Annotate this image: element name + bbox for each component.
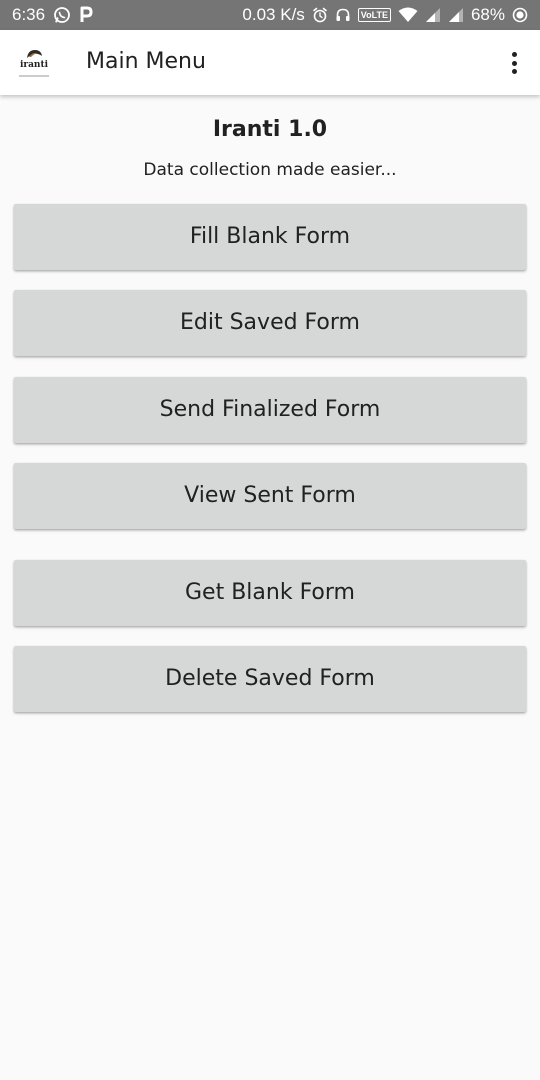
- signal-icon: [448, 7, 464, 23]
- overflow-dot: [511, 52, 517, 57]
- edit-saved-form-button[interactable]: Edit Saved Form: [14, 290, 526, 356]
- status-time: 6:36: [12, 5, 46, 24]
- alarm-icon: [312, 7, 328, 23]
- status-bar: 6:36 0.03 K/s VoLTE 68%: [0, 0, 540, 30]
- battery-saver-icon: [512, 7, 528, 23]
- overflow-dot: [511, 69, 517, 74]
- app-name-heading: Iranti 1.0: [212, 117, 328, 142]
- status-bar-right: 0.03 K/s VoLTE 68%: [242, 5, 528, 25]
- wifi-icon: [398, 7, 418, 23]
- delete-saved-form-button[interactable]: Delete Saved Form: [14, 646, 526, 712]
- view-sent-form-button[interactable]: View Sent Form: [14, 463, 526, 529]
- whatsapp-icon: [53, 6, 71, 24]
- network-speed: 0.03 K/s: [242, 5, 305, 24]
- app-tagline: Data collection made easier...: [143, 160, 397, 180]
- get-blank-form-button[interactable]: Get Blank Form: [14, 560, 526, 626]
- app-title: Main Menu: [86, 49, 206, 74]
- app-bar: iranti Main Menu: [0, 30, 540, 95]
- send-finalized-form-button[interactable]: Send Finalized Form: [14, 377, 526, 443]
- signal-icon: [425, 7, 441, 23]
- status-bar-left: 6:36: [12, 5, 93, 25]
- headphones-icon: [335, 7, 351, 23]
- overflow-dot: [511, 60, 517, 66]
- app-logo: iranti: [14, 46, 54, 80]
- volte-badge: VoLTE: [357, 8, 391, 22]
- battery-percent: 68%: [470, 5, 505, 24]
- fill-blank-form-button[interactable]: Fill Blank Form: [14, 204, 526, 270]
- logo-wordmark: iranti: [19, 60, 49, 70]
- p-notification-icon: [79, 6, 93, 24]
- overflow-menu-icon[interactable]: [504, 50, 524, 76]
